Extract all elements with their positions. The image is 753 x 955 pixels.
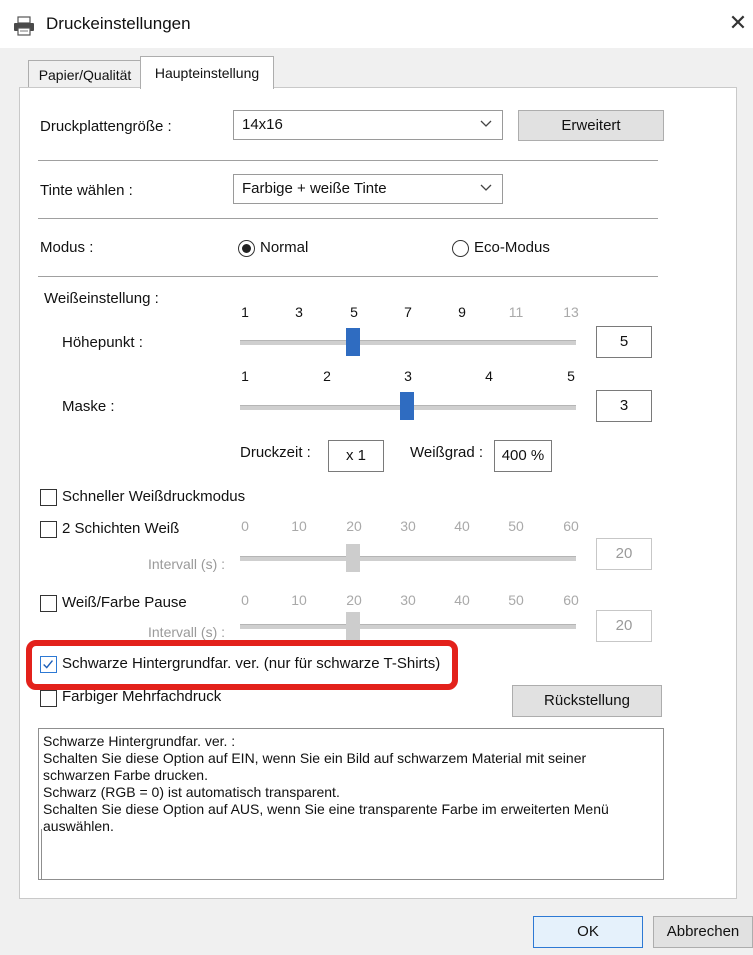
reset-button[interactable]: Rückstellung — [512, 685, 662, 717]
ink-label: Tinte wählen : — [40, 182, 133, 199]
white-degree-box[interactable]: 400 % — [494, 440, 552, 472]
highlight-tick: 3 — [295, 304, 303, 320]
highlight-frame — [26, 640, 458, 690]
mode-normal-label: Normal — [260, 239, 309, 256]
highlight-tick: 9 — [458, 304, 466, 320]
color-multi-checkbox[interactable] — [40, 690, 57, 707]
close-icon[interactable]: ✕ — [726, 10, 750, 36]
two-layers-interval-label: Intervall (s) : — [148, 556, 226, 572]
mode-eco-radio[interactable] — [452, 240, 469, 257]
mask-slider-thumb[interactable] — [400, 392, 414, 420]
fast-white-checkbox[interactable] — [40, 489, 57, 506]
white-settings-label: Weißeinstellung : — [44, 290, 159, 307]
two-layers-label: 2 Schichten Weiß — [62, 520, 180, 537]
mask-tick: 4 — [485, 368, 493, 384]
mask-tick: 2 — [323, 368, 331, 384]
white-color-pause-checkbox[interactable] — [40, 595, 57, 612]
chevron-down-icon — [480, 120, 492, 127]
white-color-pause-label: Weiß/Farbe Pause — [62, 594, 187, 611]
white-degree-label: Weißgrad : — [410, 444, 484, 461]
mask-value-box[interactable]: 3 — [596, 390, 652, 422]
two-layers-tick: 50 — [508, 518, 524, 534]
tab-main-settings[interactable]: Haupteinstellung — [140, 56, 274, 89]
ink-value: Farbige + weiße Tinte — [242, 180, 387, 197]
highlight-label: Höhepunkt : — [62, 334, 143, 351]
separator — [38, 218, 658, 219]
highlight-tick: 1 — [241, 304, 249, 320]
two-layers-slider-thumb — [346, 544, 360, 572]
two-layers-tick: 0 — [241, 518, 249, 534]
pause-value-box: 20 — [596, 610, 652, 642]
mask-tick: 5 — [567, 368, 575, 384]
mode-normal-radio[interactable] — [238, 240, 255, 257]
fast-white-label: Schneller Weißdruckmodus — [62, 488, 246, 505]
mask-tick: 1 — [241, 368, 249, 384]
mode-eco-label: Eco-Modus — [474, 239, 550, 256]
print-time-label: Druckzeit : — [240, 444, 311, 461]
highlight-value-box[interactable]: 5 — [596, 326, 652, 358]
two-layers-value-box: 20 — [596, 538, 652, 570]
separator — [38, 160, 658, 161]
two-layers-tick: 60 — [563, 518, 579, 534]
pause-tick: 0 — [241, 592, 249, 608]
highlight-tick: 13 — [563, 304, 579, 320]
ink-dropdown[interactable]: Farbige + weiße Tinte — [233, 174, 503, 204]
color-multi-label: Farbiger Mehrfachdruck — [62, 688, 222, 705]
highlight-slider-track[interactable] — [240, 340, 576, 345]
printer-icon — [14, 16, 34, 36]
platen-size-dropdown[interactable]: 14x16 — [233, 110, 503, 140]
mask-label: Maske : — [62, 398, 115, 415]
description-scroll-edge — [41, 829, 42, 879]
platen-size-label: Druckplattengröße : — [40, 118, 172, 135]
pause-tick: 60 — [563, 592, 579, 608]
two-layers-tick: 30 — [400, 518, 416, 534]
highlight-slider-thumb[interactable] — [346, 328, 360, 356]
mask-tick: 3 — [404, 368, 412, 384]
cancel-button[interactable]: Abbrechen — [653, 916, 753, 948]
two-layers-tick: 20 — [346, 518, 362, 534]
print-time-box[interactable]: x 1 — [328, 440, 384, 472]
platen-size-value: 14x16 — [242, 116, 283, 133]
pause-tick: 30 — [400, 592, 416, 608]
ok-button[interactable]: OK — [533, 916, 643, 948]
two-layers-tick: 10 — [291, 518, 307, 534]
tab-paper-quality[interactable]: Papier/Qualität — [28, 60, 142, 89]
separator — [38, 276, 658, 277]
highlight-tick: 7 — [404, 304, 412, 320]
highlight-tick: 5 — [350, 304, 358, 320]
pause-slider-thumb — [346, 612, 360, 640]
description-text: Schwarze Hintergrundfar. ver. : Schalten… — [43, 733, 609, 834]
pause-interval-label: Intervall (s) : — [148, 624, 226, 640]
two-layers-slider-track — [240, 556, 576, 561]
pause-tick: 20 — [346, 592, 362, 608]
description-box: Schwarze Hintergrundfar. ver. : Schalten… — [38, 728, 664, 880]
two-layers-checkbox[interactable] — [40, 521, 57, 538]
two-layers-tick: 40 — [454, 518, 470, 534]
highlight-tick: 11 — [508, 304, 524, 320]
pause-tick: 50 — [508, 592, 524, 608]
window-title: Druckeinstellungen — [46, 14, 191, 33]
mode-label: Modus : — [40, 239, 94, 256]
pause-tick: 10 — [291, 592, 307, 608]
pause-tick: 40 — [454, 592, 470, 608]
pause-slider-track — [240, 624, 576, 629]
advanced-button[interactable]: Erweitert — [518, 110, 664, 141]
chevron-down-icon — [480, 184, 492, 191]
